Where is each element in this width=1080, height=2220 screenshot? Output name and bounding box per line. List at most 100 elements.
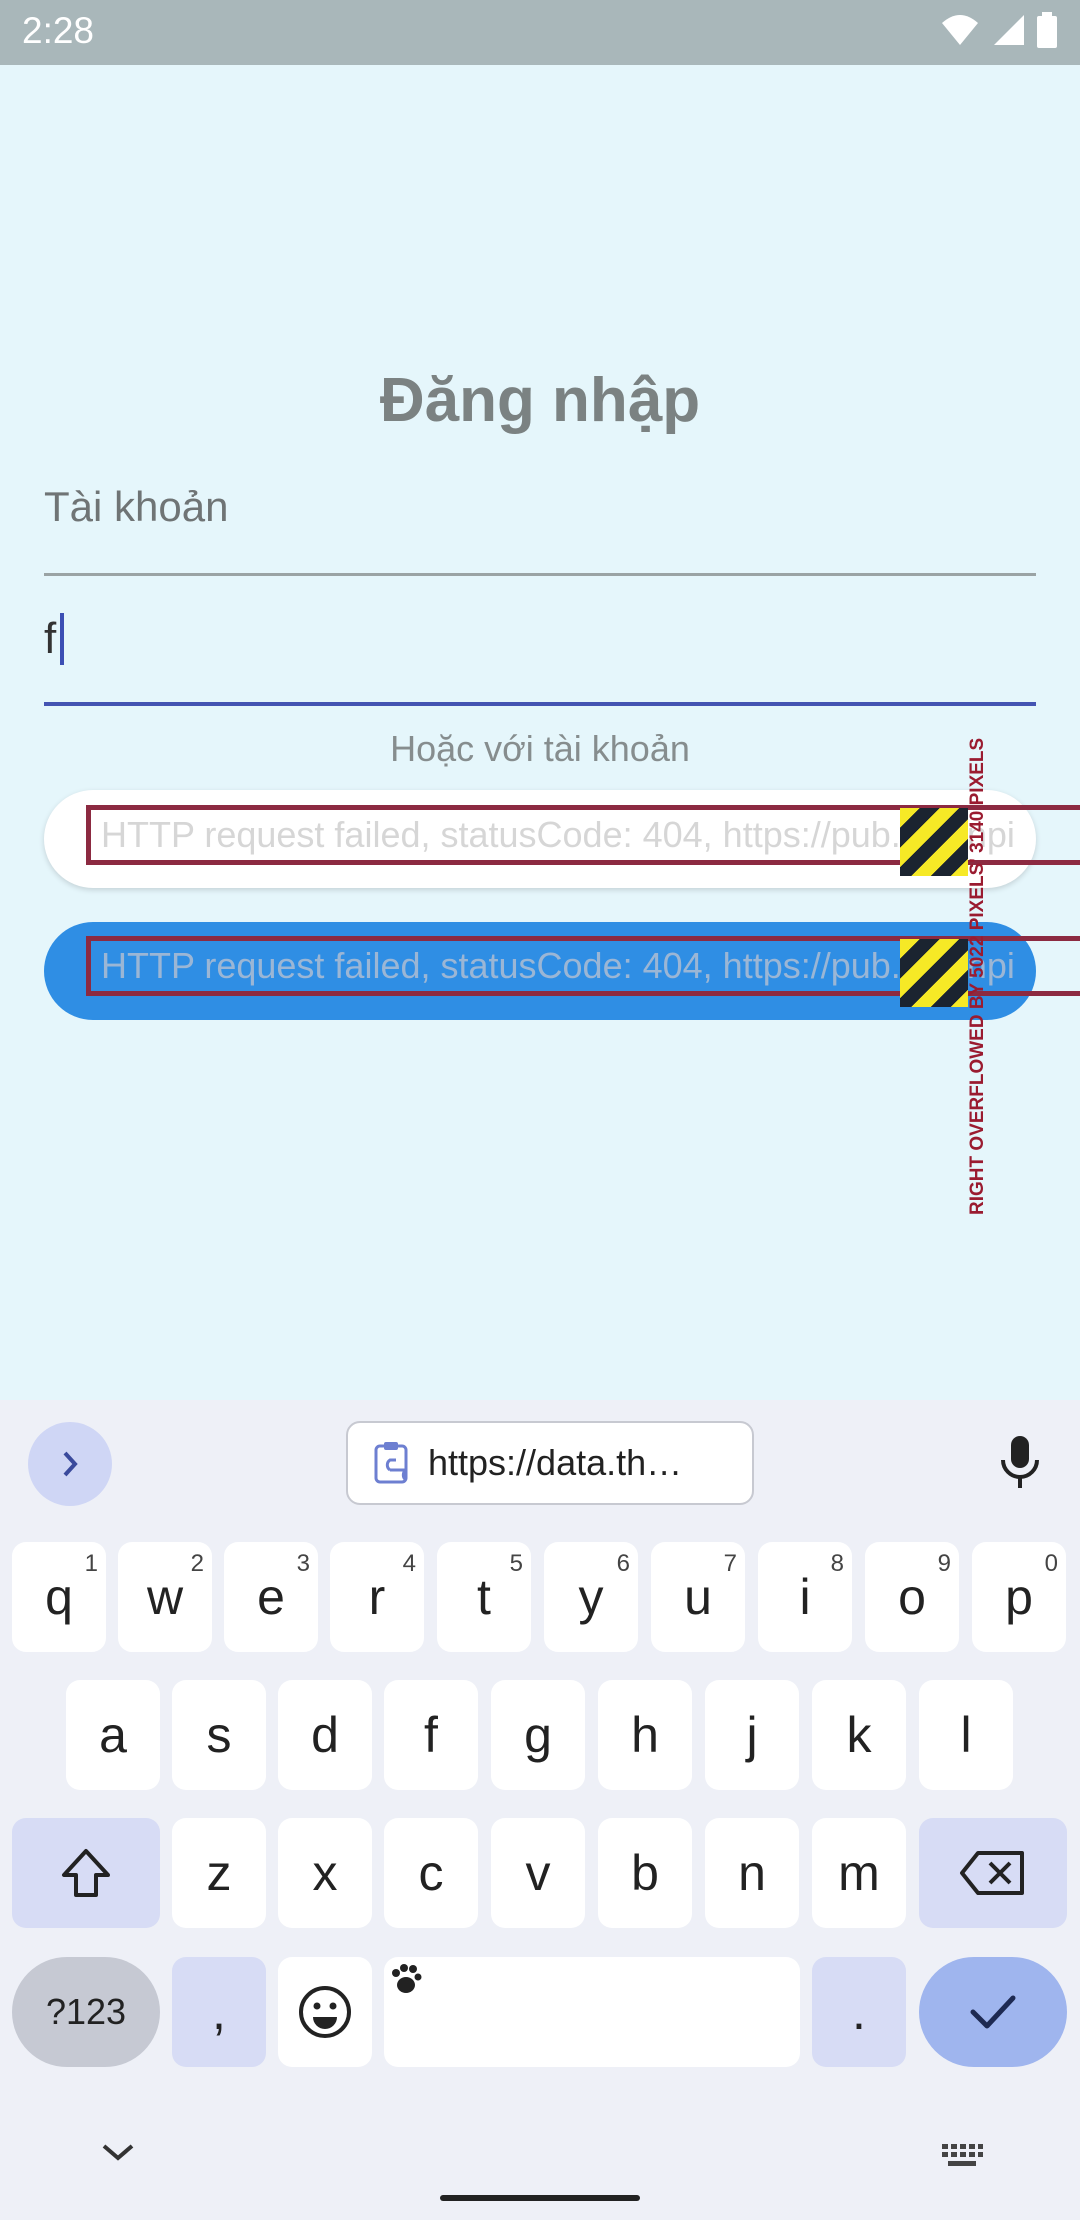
key-label: q [45, 1569, 73, 1625]
key-label: e [257, 1569, 285, 1625]
home-indicator[interactable] [440, 2195, 640, 2201]
text-input-underline [44, 702, 1036, 706]
or-with-account-text: Hoặc với tài khoản [390, 728, 690, 769]
wifi-icon [942, 15, 978, 45]
clipboard-suggestion-chip[interactable]: https://data.th… [346, 1421, 754, 1505]
key-p[interactable]: p0 [972, 1542, 1066, 1652]
key-q[interactable]: q1 [12, 1542, 106, 1652]
key-g[interactable]: g [491, 1680, 585, 1790]
microphone-icon [1001, 1436, 1039, 1488]
key-label: p [1005, 1569, 1033, 1625]
text-input-value: f [44, 614, 57, 663]
key-f[interactable]: f [384, 1680, 478, 1790]
key-label: g [524, 1707, 552, 1763]
clipboard-icon [374, 1442, 408, 1484]
page-title: Đăng nhập [379, 366, 701, 435]
key-s[interactable]: s [172, 1680, 266, 1790]
keyboard-switch-icon[interactable] [940, 2142, 984, 2172]
key-label: f [424, 1707, 438, 1763]
shift-key[interactable] [12, 1818, 160, 1928]
key-h[interactable]: h [598, 1680, 692, 1790]
keyboard-suggestion-bar: https://data.th… [0, 1400, 1080, 1520]
chevron-right-icon [63, 1451, 78, 1477]
symbols-key[interactable]: ?123 [12, 1957, 160, 2067]
key-b[interactable]: b [598, 1818, 692, 1928]
key-label: v [525, 1845, 551, 1901]
key-hint: 2 [190, 1550, 204, 1577]
comma-key[interactable]: , [172, 1957, 266, 2067]
emoji-icon [299, 1986, 351, 2038]
key-x[interactable]: x [278, 1818, 372, 1928]
overflow-stripes [900, 939, 968, 1007]
key-t[interactable]: t5 [437, 1542, 531, 1652]
key-m[interactable]: m [812, 1818, 906, 1928]
key-label: y [578, 1569, 604, 1625]
backspace-key[interactable] [919, 1818, 1067, 1928]
checkmark-icon [970, 1995, 1016, 2029]
key-label: z [206, 1845, 232, 1901]
key-label: s [206, 1707, 232, 1763]
key-hint: 1 [84, 1550, 98, 1577]
key-a[interactable]: a [66, 1680, 160, 1790]
account-field[interactable]: Tài khoản [44, 483, 228, 531]
overflow-stripes [900, 808, 968, 876]
key-k[interactable]: k [812, 1680, 906, 1790]
text-input[interactable]: f [44, 613, 65, 665]
key-hint: 6 [616, 1550, 630, 1577]
key-z[interactable]: z [172, 1818, 266, 1928]
key-d[interactable]: d [278, 1680, 372, 1790]
key-label: r [368, 1569, 386, 1625]
space-key[interactable] [384, 1957, 800, 2067]
key-label: , [212, 1984, 226, 2040]
period-key[interactable]: . [812, 1957, 906, 2067]
status-bar: 2:28 [0, 0, 1080, 65]
overflow-warning-label: RIGHT OVERFLOWED BY 5022 PIXELS' 3140 PI… [967, 737, 988, 1215]
key-label: i [799, 1569, 811, 1625]
key-c[interactable]: c [384, 1818, 478, 1928]
key-hint: 5 [509, 1550, 523, 1577]
emoji-key[interactable] [278, 1957, 372, 2067]
status-icons [940, 12, 1058, 48]
key-label: m [838, 1845, 880, 1901]
battery-icon [1037, 12, 1057, 48]
key-hint: 7 [723, 1550, 737, 1577]
enter-key[interactable] [919, 1957, 1067, 2067]
key-label: . [852, 1984, 866, 2040]
login-screen: Đăng nhập Tài khoản f Hoặc với tài khoản… [0, 65, 1080, 1400]
key-label: x [312, 1845, 338, 1901]
key-label: c [418, 1845, 444, 1901]
key-o[interactable]: o9 [865, 1542, 959, 1652]
expand-toolbar-button[interactable] [28, 1422, 112, 1506]
key-v[interactable]: v [491, 1818, 585, 1928]
key-label: ?123 [45, 1991, 127, 2032]
key-u[interactable]: u7 [651, 1542, 745, 1652]
key-w[interactable]: w2 [118, 1542, 212, 1652]
paw-icon [392, 1964, 422, 1993]
text-caret [60, 613, 65, 665]
backspace-icon [960, 1851, 1024, 1895]
key-r[interactable]: r4 [330, 1542, 424, 1652]
key-hint: 0 [1044, 1550, 1058, 1577]
voice-input-button[interactable] [998, 1434, 1042, 1495]
key-n[interactable]: n [705, 1818, 799, 1928]
key-hint: 3 [296, 1550, 310, 1577]
shift-icon [62, 1849, 110, 1897]
key-label: k [846, 1707, 872, 1763]
hide-keyboard-chevron-icon[interactable] [98, 2140, 138, 2164]
key-j[interactable]: j [705, 1680, 799, 1790]
status-time: 2:28 [22, 10, 95, 51]
key-label: o [898, 1569, 926, 1625]
key-label: d [311, 1707, 339, 1763]
key-y[interactable]: y6 [544, 1542, 638, 1652]
key-i[interactable]: i8 [758, 1542, 852, 1652]
key-label: l [960, 1707, 972, 1763]
key-e[interactable]: e3 [224, 1542, 318, 1652]
key-label: h [631, 1707, 659, 1763]
key-l[interactable]: l [919, 1680, 1013, 1790]
clipboard-text: https://data.th… [428, 1442, 683, 1483]
key-hint: 4 [402, 1550, 416, 1577]
account-field-underline [44, 573, 1036, 576]
key-label: a [99, 1707, 127, 1763]
key-label: w [146, 1569, 184, 1625]
key-label: n [738, 1845, 766, 1901]
